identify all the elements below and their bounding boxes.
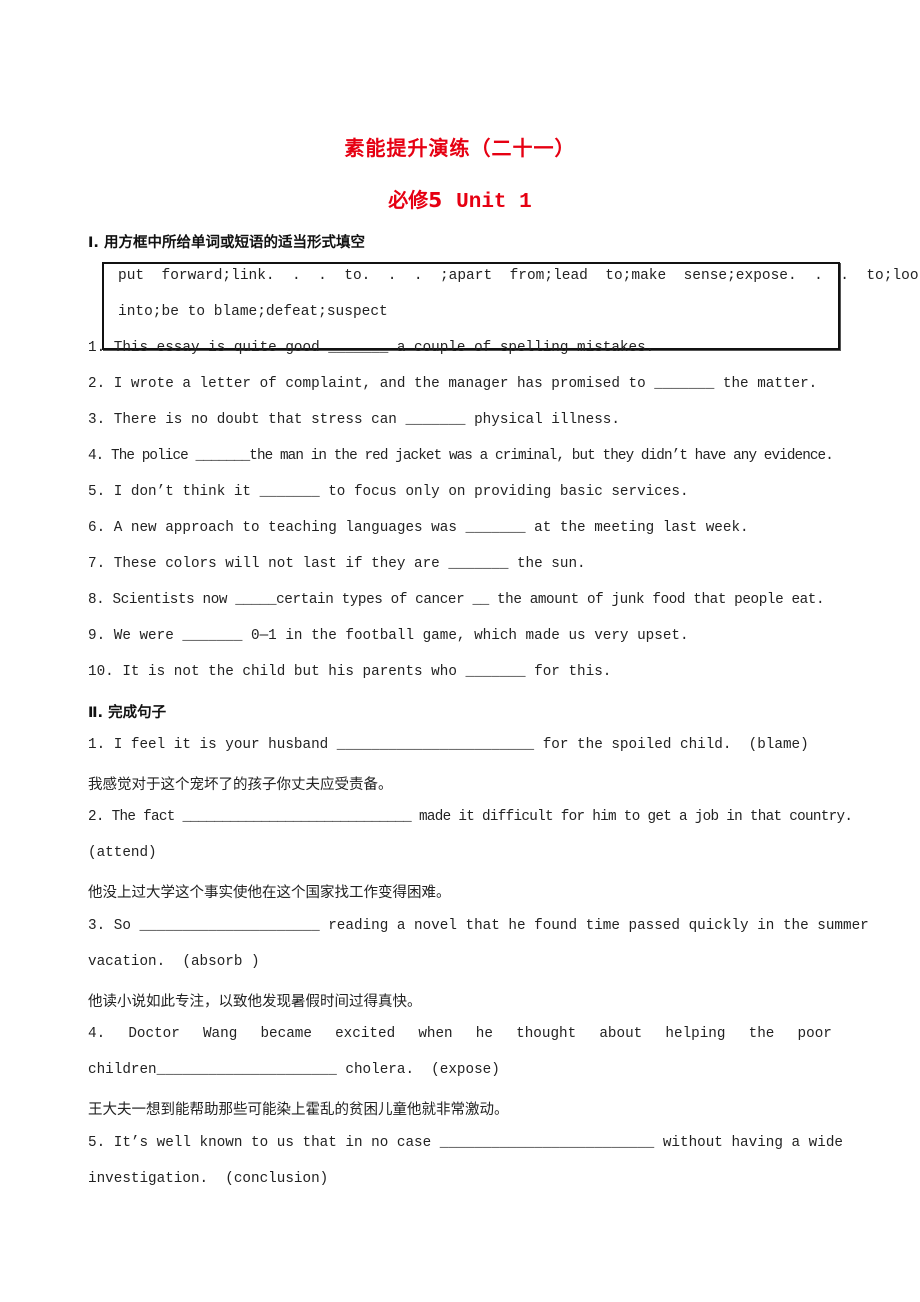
word: when [418,1026,453,1042]
fill-blank-item-1: 1. This essay is quite good _______ a co… [88,340,655,356]
section1-heading: Ⅰ. 用方框中所给单词或短语的适当形式填空 [88,235,365,251]
fill-blank-item-10: 10. It is not the child but his parents … [88,664,612,680]
word: 4. [88,1026,106,1042]
sentence-item-3-translation: 他读小说如此专注，以致他发现暑假时间过得真快。 [88,994,422,1010]
fill-blank-item-9: 9. We were _______ 0—1 in the football g… [88,628,689,644]
sentence-item-3-cont: vacation. (absorb ) [88,954,260,970]
sentence-item-3: 3. So _____________________ reading a no… [88,918,869,934]
word: Wang [202,1026,238,1042]
word: Doctor [128,1026,180,1042]
worksheet-title: 素能提升演练（二十一） [344,136,576,160]
subtitle-module: 必修5 [388,188,443,212]
word: excited [335,1026,396,1042]
sentence-item-2-hint: (attend) [88,845,157,861]
worksheet-subtitle: 必修5 Unit 1 [0,184,920,214]
section2-heading: Ⅱ. 完成句子 [88,705,167,721]
sentence-item-4: 4. Doctor Wang became excited when he th… [88,1026,832,1042]
word: poor [797,1026,832,1042]
word: helping [665,1026,726,1042]
sentence-item-4-cont: children_____________________ cholera. (… [88,1062,500,1078]
fill-blank-item-2: 2. I wrote a letter of complaint, and th… [88,376,818,392]
sentence-item-2: 2. The fact ____________________________… [88,809,853,825]
fill-blank-item-4: 4. The police _______the man in the red … [88,448,834,464]
word: about [599,1026,643,1042]
fill-blank-item-3: 3. There is no doubt that stress can ___… [88,412,620,428]
word: thought [516,1026,577,1042]
fill-blank-item-6: 6. A new approach to teaching languages … [88,520,749,536]
word-box-line-1: put forward;link. . . to. . . ;apart fro… [118,268,920,284]
fill-blank-item-7: 7. These colors will not last if they ar… [88,556,586,572]
sentence-item-1-translation: 我感觉对于这个宠坏了的孩子你丈夫应受责备。 [88,777,393,793]
sentence-item-5: 5. It’s well known to us that in no case… [88,1135,843,1151]
fill-blank-item-5: 5. I don’t think it _______ to focus onl… [88,484,689,500]
word: became [260,1026,312,1042]
sentence-item-4-translation: 王大夫一想到能帮助那些可能染上霍乱的贫困儿童他就非常激动。 [88,1102,509,1118]
fill-blank-item-8: 8. Scientists now _____certain types of … [88,592,825,608]
word: the [748,1026,775,1042]
sentence-item-1: 1. I feel it is your husband ___________… [88,737,809,753]
subtitle-unit: Unit 1 [456,191,532,214]
sentence-item-2-translation: 他没上过大学这个事实使他在这个国家找工作变得困难。 [88,885,451,901]
sentence-item-5-cont: investigation. (conclusion) [88,1171,329,1187]
word: he [475,1026,493,1042]
word-box-line-2: into;be to blame;defeat;suspect [118,304,388,320]
